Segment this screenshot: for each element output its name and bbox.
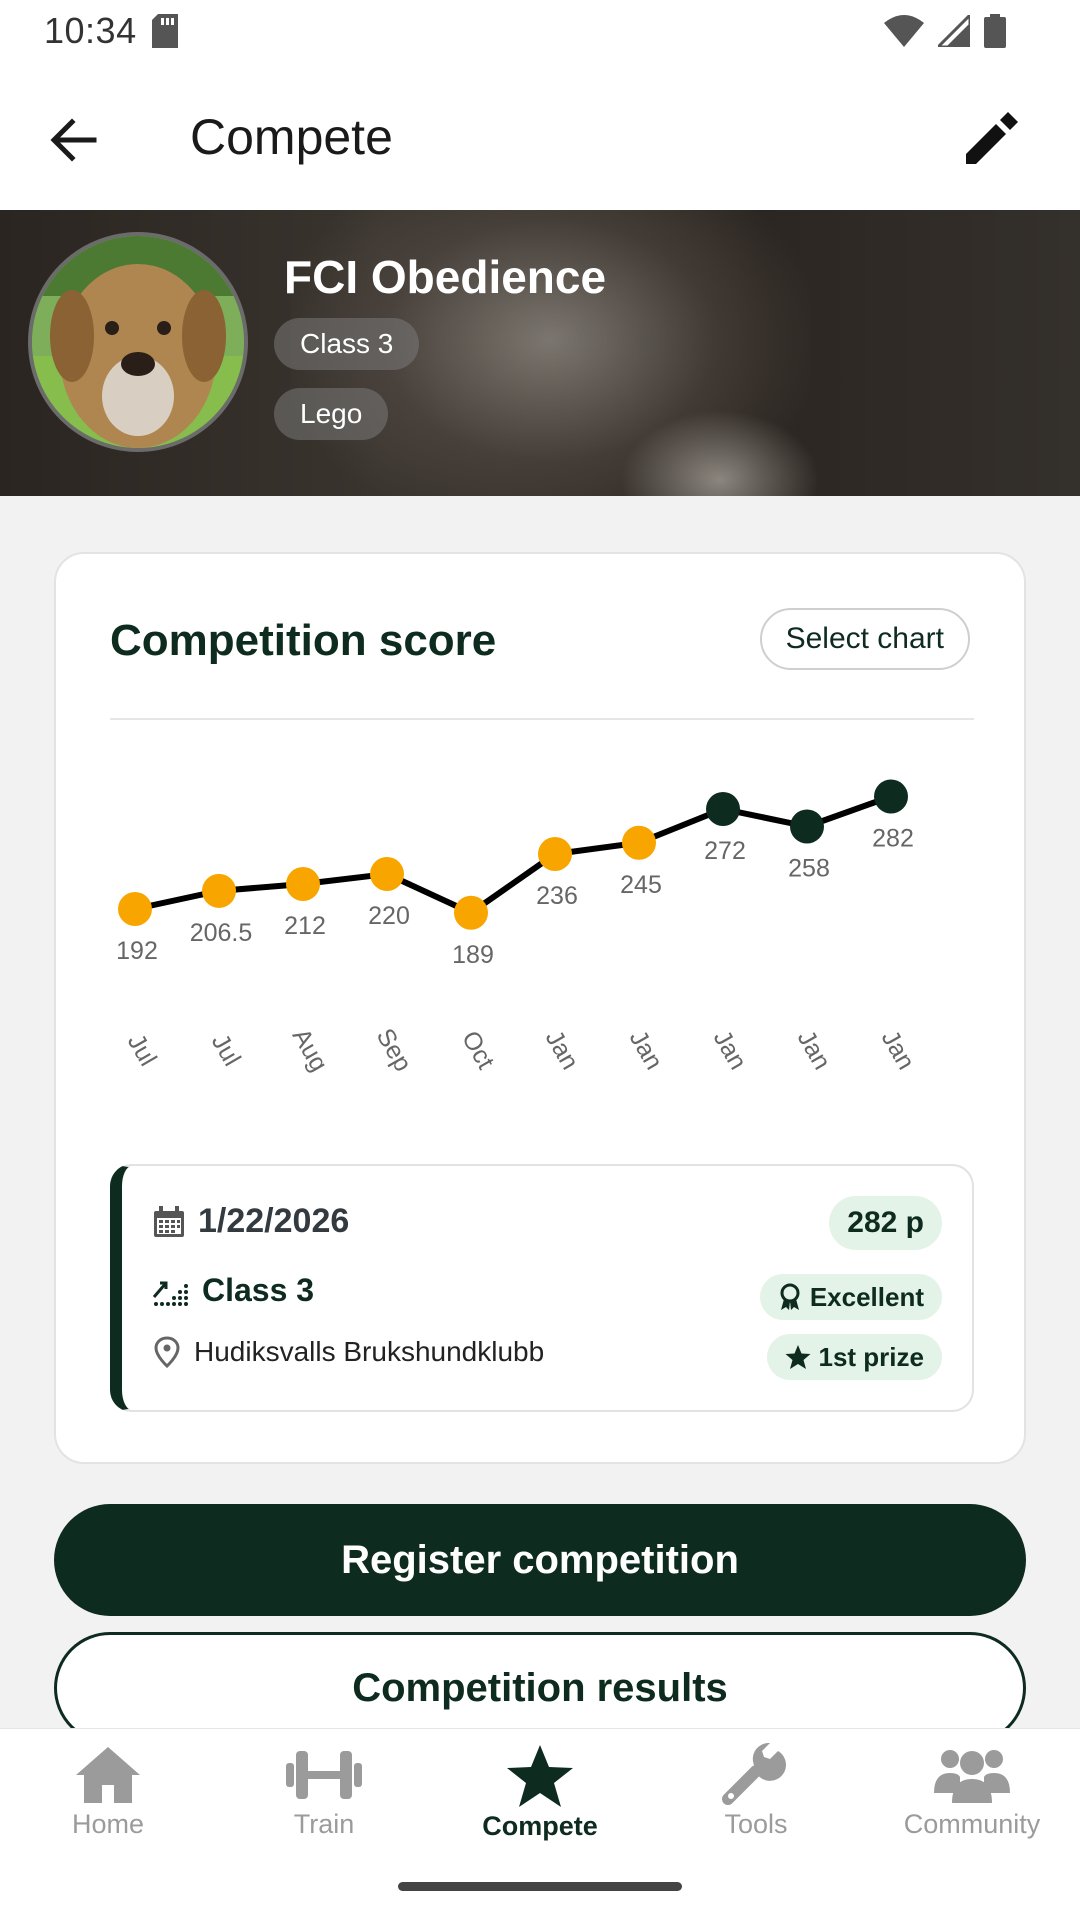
status-time: 10:34 [44, 10, 137, 51]
award-ribbon-icon [780, 1283, 800, 1310]
hero-banner: FCI Obedience Class 3 Lego [0, 210, 1080, 496]
dog-avatar-image [32, 236, 244, 448]
score-point[interactable] [454, 895, 488, 930]
score-badge: 282 p [829, 1196, 942, 1250]
score-point[interactable] [538, 837, 572, 871]
x-tick-label: Jul [122, 1029, 162, 1071]
sd-card-icon [152, 14, 178, 48]
star-icon [507, 1745, 573, 1807]
nav-item-home[interactable]: Home [0, 1743, 216, 1883]
prize-badge: 1st prize [766, 1334, 942, 1380]
x-tick-label: Aug [287, 1024, 333, 1077]
location-pin-icon [154, 1336, 180, 1368]
score-point[interactable] [202, 873, 236, 908]
stairs-progress-icon [152, 1281, 188, 1306]
result-place: Hudiksvalls Brukshundklubb [194, 1336, 545, 1367]
result-place-row: Hudiksvalls Brukshundklubb [152, 1336, 544, 1368]
score-point[interactable] [790, 809, 824, 844]
x-tick-label: Jan [876, 1026, 920, 1075]
score-data-label: 192 [116, 937, 158, 965]
nav-item-compete[interactable]: Compete [432, 1743, 648, 1883]
wifi-icon [884, 15, 924, 47]
score-series-line [134, 793, 893, 916]
result-class: Class 3 [202, 1272, 315, 1308]
calendar-icon [154, 1205, 184, 1237]
x-tick-label: Jan [624, 1026, 668, 1075]
nav-label-tools: Tools [724, 1809, 788, 1839]
result-class-row: Class 3 [152, 1272, 314, 1309]
nav-label-home: Home [71, 1809, 145, 1839]
people-icon [934, 1750, 1010, 1803]
prize-label: 1st prize [818, 1341, 925, 1372]
dog-name-chip: Lego [274, 388, 389, 440]
score-value: 282 p [847, 1206, 924, 1239]
signal-icon [938, 15, 970, 47]
status-icons [884, 14, 1006, 48]
x-tick-label: Jan [708, 1026, 752, 1075]
score-point[interactable] [118, 892, 152, 926]
page-title: Compete [190, 109, 393, 165]
score-data-label: 245 [620, 871, 662, 899]
battery-icon [984, 14, 1006, 48]
nav-label-compete: Compete [482, 1811, 598, 1841]
score-point[interactable] [874, 779, 908, 814]
score-data-label: 236 [536, 882, 578, 910]
register-competition-button[interactable]: Register competition [54, 1504, 1026, 1616]
home-icon [76, 1747, 140, 1803]
score-data-label: 220 [368, 902, 410, 930]
class-chip: Class 3 [274, 318, 420, 370]
app-bar: Compete [0, 70, 1080, 211]
bottom-navigation: Home Train Compete Tools Community [0, 1728, 1080, 1921]
score-point[interactable] [706, 792, 740, 826]
nav-label-community: Community [903, 1809, 1041, 1839]
score-point[interactable] [286, 867, 320, 901]
home-indicator [398, 1882, 682, 1891]
hero-title: FCI Obedience [284, 251, 607, 303]
edit-pencil-icon[interactable] [958, 106, 1022, 170]
hero-background-highlight [620, 410, 820, 496]
score-data-label: 206.5 [190, 919, 253, 947]
card-title: Competition score [110, 616, 497, 665]
score-point[interactable] [622, 825, 656, 860]
nav-item-train[interactable]: Train [216, 1743, 432, 1883]
nav-label-train: Train [293, 1809, 355, 1839]
nav-item-community[interactable]: Community [864, 1743, 1080, 1883]
x-tick-label: Jan [540, 1026, 584, 1075]
avatar [28, 232, 248, 452]
result-date-row: 1/22/2026 [152, 1202, 349, 1241]
grade-badge: Excellent [759, 1274, 942, 1320]
latest-result-card[interactable]: 1/22/2026 Class 3 Hudiksvalls Brukshundk… [110, 1164, 974, 1412]
dumbbell-icon [286, 1751, 362, 1799]
wrench-icon [722, 1743, 786, 1805]
competition-score-card: Competition score Select chart 192 206.5 2… [54, 552, 1026, 1464]
score-data-label: 282 [872, 825, 914, 853]
score-point[interactable] [370, 857, 404, 891]
star-small-icon [785, 1345, 810, 1369]
x-tick-label: Jan [792, 1026, 836, 1075]
score-data-label: 189 [452, 941, 494, 969]
back-arrow-icon[interactable] [44, 110, 104, 170]
x-tick-label: Sep [371, 1024, 417, 1077]
x-tick-label: Jul [206, 1029, 246, 1071]
score-data-label: 272 [704, 837, 746, 865]
score-data-label: 258 [788, 855, 830, 883]
grade-label: Excellent [809, 1281, 924, 1312]
score-data-label: 212 [284, 912, 326, 940]
x-tick-label: Oct [456, 1026, 500, 1074]
status-bar: 10:34 [0, 0, 1080, 70]
nav-item-tools[interactable]: Tools [648, 1743, 864, 1883]
select-chart-button[interactable]: Select chart [759, 608, 970, 670]
result-date: 1/22/2026 [198, 1202, 350, 1240]
score-line-chart: 192 206.5 212 220 189 236 245 272 258 282 Jul Jul Au… [116, 779, 920, 1077]
divider [110, 718, 974, 720]
